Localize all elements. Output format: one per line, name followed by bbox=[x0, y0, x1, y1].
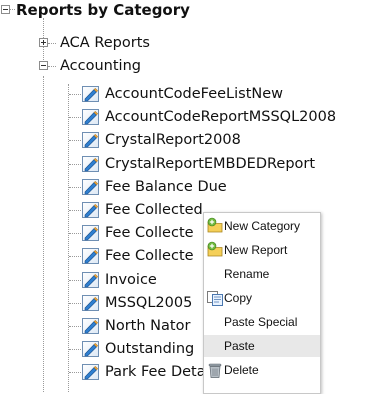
menu-item-new-category[interactable]: New Category bbox=[204, 215, 320, 237]
collapse-icon[interactable] bbox=[1, 5, 10, 14]
report-icon bbox=[82, 318, 99, 334]
menu-item-label: Rename bbox=[224, 267, 270, 281]
category-accounting[interactable]: Accounting bbox=[60, 57, 141, 75]
report-label: MSSQL2005 bbox=[105, 294, 193, 311]
menu-item-label: Paste bbox=[224, 339, 255, 353]
report-icon bbox=[82, 86, 99, 102]
report-label: AccountCodeReportMSSQL2008 bbox=[105, 109, 337, 126]
report-label: Fee Collecte bbox=[105, 225, 194, 242]
tree-connector bbox=[69, 256, 81, 258]
tree-connector bbox=[69, 233, 81, 235]
new-category-icon bbox=[207, 217, 223, 233]
root-category-label[interactable]: Reports by Category bbox=[16, 1, 190, 19]
report-label: Fee Collected bbox=[105, 202, 203, 218]
menu-item-copy[interactable]: Copy bbox=[204, 287, 320, 309]
menu-item-paste-special[interactable]: Paste Special bbox=[204, 311, 320, 333]
tree-connector bbox=[43, 76, 44, 392]
tree-connector bbox=[69, 186, 81, 188]
tree-connector bbox=[68, 84, 69, 392]
report-label: Outstanding bbox=[105, 341, 195, 358]
collapse-icon[interactable] bbox=[39, 61, 48, 70]
new-report-icon bbox=[207, 241, 223, 257]
report-icon bbox=[82, 225, 99, 241]
category-aca-reports[interactable]: ACA Reports bbox=[60, 34, 150, 52]
report-label: Invoice bbox=[105, 271, 157, 288]
report-icon bbox=[82, 202, 99, 218]
report-label: Fee Collecte bbox=[105, 248, 194, 265]
menu-item-rename[interactable]: Rename bbox=[204, 263, 320, 285]
menu-item-label: Copy bbox=[224, 291, 253, 305]
report-label: AccountCodeFeeListNew bbox=[105, 86, 284, 102]
report-icon bbox=[82, 248, 99, 264]
tree-connector bbox=[69, 279, 81, 281]
menu-item-new-report[interactable]: New Report bbox=[204, 239, 320, 261]
report-label: CrystalReportEMBDEDReport bbox=[105, 155, 316, 172]
report-icon bbox=[82, 341, 99, 357]
tree-connector bbox=[48, 66, 56, 67]
menu-item-delete[interactable]: Delete bbox=[204, 359, 320, 381]
menu-item-label: New Category bbox=[224, 219, 301, 233]
menu-item-label: New Report bbox=[224, 243, 288, 257]
menu-item-label: Paste Special bbox=[224, 315, 298, 329]
tree-connector bbox=[69, 326, 81, 327]
tree-connector bbox=[69, 140, 81, 142]
tree-connector bbox=[69, 117, 81, 119]
report-icon bbox=[82, 109, 99, 125]
trash-icon bbox=[208, 363, 222, 378]
report-label: Fee Balance Due bbox=[105, 178, 227, 195]
report-label: Park Fee Detail bbox=[105, 364, 214, 381]
tree-connector bbox=[69, 210, 81, 211]
report-icon bbox=[82, 272, 99, 288]
report-label: CrystalReport2008 bbox=[105, 132, 241, 149]
menu-item-paste[interactable]: Paste bbox=[204, 335, 320, 357]
tree-connector bbox=[48, 43, 56, 44]
tree-connector bbox=[69, 163, 81, 165]
report-icon bbox=[82, 364, 99, 380]
context-menu: New Category New Report Rename Copy Past… bbox=[203, 212, 321, 394]
tree-connector bbox=[69, 302, 81, 304]
report-label: North Nator bbox=[105, 318, 191, 334]
tree-connector bbox=[69, 349, 81, 351]
copy-icon bbox=[207, 291, 223, 306]
menu-item-label: Delete bbox=[224, 363, 259, 377]
report-icon bbox=[82, 179, 99, 195]
report-icon bbox=[82, 295, 99, 311]
tree-connector bbox=[10, 9, 15, 10]
report-icon bbox=[82, 132, 99, 148]
expand-icon[interactable] bbox=[39, 38, 48, 47]
report-icon bbox=[82, 156, 99, 172]
tree-connector bbox=[69, 372, 81, 374]
tree-connector bbox=[69, 94, 81, 95]
